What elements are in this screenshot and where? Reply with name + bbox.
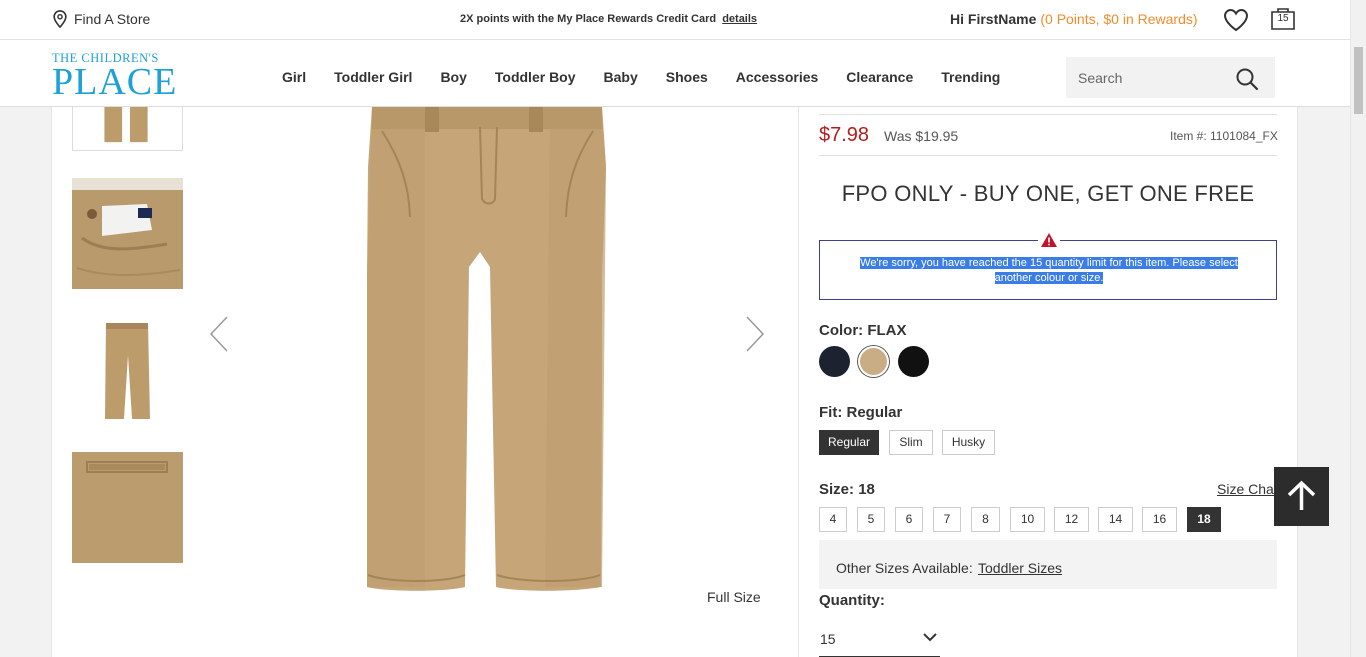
thumbnail-3[interactable] — [72, 315, 183, 426]
promo-title: FPO ONLY - BUY ONE, GET ONE FREE — [841, 181, 1255, 206]
utility-bar: Find A Store 2X points with the My Place… — [0, 0, 1350, 40]
nav-item-girl[interactable]: Girl — [282, 69, 306, 85]
fit-value: Regular — [846, 404, 903, 421]
size-option-10[interactable]: 10 — [1010, 507, 1045, 532]
size-heading: Size: 18 — [819, 481, 875, 498]
column-divider — [798, 107, 799, 657]
pants-back-thumbnail-image — [72, 315, 183, 426]
shopping-bag-button[interactable]: 15 — [1270, 6, 1296, 32]
color-value: FLAX — [867, 322, 907, 339]
size-chart-link[interactable]: Size Chart — [1217, 481, 1282, 497]
nav-item-toddler-girl[interactable]: Toddler Girl — [334, 69, 412, 85]
size-value: 18 — [858, 481, 875, 498]
rewards-promo: 2X points with the My Place Rewards Cred… — [460, 13, 757, 25]
size-option-4[interactable]: 4 — [819, 507, 847, 532]
logo-line-2: PLACE — [52, 60, 178, 103]
quantity-limit-alert: We're sorry, you have reached the 15 qua… — [819, 230, 1277, 300]
nav-item-boy[interactable]: Boy — [440, 69, 466, 85]
fit-heading: Fit: Regular — [819, 404, 902, 421]
fit-option-husky[interactable]: Husky — [942, 430, 995, 455]
nav-item-trending[interactable]: Trending — [941, 69, 1000, 85]
scrollbar-thumb[interactable] — [1354, 47, 1363, 114]
thumbnail-4[interactable] — [72, 452, 183, 563]
full-size-link[interactable]: Full Size — [707, 589, 761, 605]
quantity-value: 15 — [820, 631, 836, 647]
was-price: Was $19.95 — [884, 128, 959, 144]
back-to-top-button[interactable] — [1274, 467, 1329, 526]
fit-option-regular[interactable]: Regular — [819, 430, 879, 455]
nav-item-accessories[interactable]: Accessories — [736, 69, 819, 85]
size-option-8[interactable]: 8 — [971, 507, 1000, 532]
details-top-divider — [819, 114, 1277, 115]
size-option-16[interactable]: 16 — [1142, 507, 1177, 532]
nav-item-baby[interactable]: Baby — [604, 69, 638, 85]
greeting-name: Hi FirstName — [950, 11, 1037, 27]
pants-pocket-detail-thumbnail-image — [72, 452, 183, 563]
other-sizes-panel: Other Sizes Available: Toddler Sizes — [819, 540, 1277, 589]
size-option-5[interactable]: 5 — [857, 507, 885, 532]
main-nav: Girl Toddler Girl Boy Toddler Boy Baby S… — [282, 69, 1028, 85]
main-product-image[interactable] — [195, 107, 777, 624]
size-label: Size: — [819, 481, 855, 498]
toddler-sizes-link[interactable]: Toddler Sizes — [978, 560, 1062, 576]
find-store-label: Find A Store — [74, 11, 151, 27]
nav-item-shoes[interactable]: Shoes — [666, 69, 708, 85]
size-option-7[interactable]: 7 — [933, 507, 961, 532]
heart-icon[interactable] — [1222, 7, 1250, 33]
fit-label: Fit: — [819, 404, 843, 421]
size-option-14[interactable]: 14 — [1098, 507, 1133, 532]
account-greeting[interactable]: Hi FirstName (0 Points, $0 in Rewards) — [950, 11, 1198, 27]
find-store-link[interactable]: Find A Store — [52, 10, 150, 28]
next-image-arrow-icon[interactable] — [741, 313, 769, 355]
fit-option-slim[interactable]: Slim — [889, 430, 933, 455]
page-scrollbar[interactable] — [1350, 0, 1366, 657]
location-pin-icon — [53, 10, 67, 28]
swatch-navy[interactable] — [819, 346, 850, 377]
size-option-6[interactable]: 6 — [895, 507, 923, 532]
promo-details-link[interactable]: details — [722, 13, 757, 25]
pants-waistband-detail-thumbnail-image — [72, 178, 183, 289]
rewards-summary: (0 Points, $0 in Rewards) — [1040, 11, 1198, 27]
search-input[interactable] — [1066, 57, 1226, 98]
bag-count: 15 — [1277, 13, 1289, 24]
alert-message: We're sorry, you have reached the 15 qua… — [840, 256, 1258, 286]
nav-item-clearance[interactable]: Clearance — [846, 69, 913, 85]
item-number: Item #: 1101084_FX — [1170, 129, 1278, 143]
size-option-12[interactable]: 12 — [1054, 507, 1089, 532]
swatch-flax[interactable] — [858, 346, 889, 377]
sale-price: $7.98 — [819, 124, 870, 146]
previous-image-arrow-icon[interactable] — [205, 313, 233, 355]
color-heading: Color: FLAX — [819, 322, 907, 339]
swatch-black[interactable] — [898, 346, 929, 377]
thumbnail-2[interactable] — [72, 178, 183, 289]
khaki-pants-image — [195, 107, 777, 624]
warning-icon — [1038, 230, 1060, 250]
alert-message-text: We're sorry, you have reached the 15 qua… — [860, 257, 1238, 284]
color-label: Color: — [819, 322, 864, 339]
nav-item-toddler-boy[interactable]: Toddler Boy — [495, 69, 576, 85]
main-header: THE CHILDREN'S PLACE Girl Toddler Girl B… — [0, 40, 1350, 107]
search-box — [1066, 57, 1275, 98]
price-divider — [819, 155, 1277, 156]
size-option-18[interactable]: 18 — [1187, 507, 1221, 532]
quantity-label: Quantity: — [819, 592, 885, 609]
chevron-down-icon — [923, 633, 937, 642]
promo-text: 2X points with the My Place Rewards Cred… — [460, 13, 717, 25]
site-logo[interactable]: THE CHILDREN'S PLACE — [52, 52, 177, 101]
pants-front-thumbnail-image — [73, 107, 182, 150]
arrow-up-icon — [1287, 480, 1316, 510]
other-sizes-label: Other Sizes Available: — [836, 560, 973, 576]
search-icon[interactable] — [1235, 67, 1259, 91]
thumbnail-1[interactable] — [72, 107, 183, 151]
quantity-select[interactable]: 15 — [819, 624, 940, 657]
